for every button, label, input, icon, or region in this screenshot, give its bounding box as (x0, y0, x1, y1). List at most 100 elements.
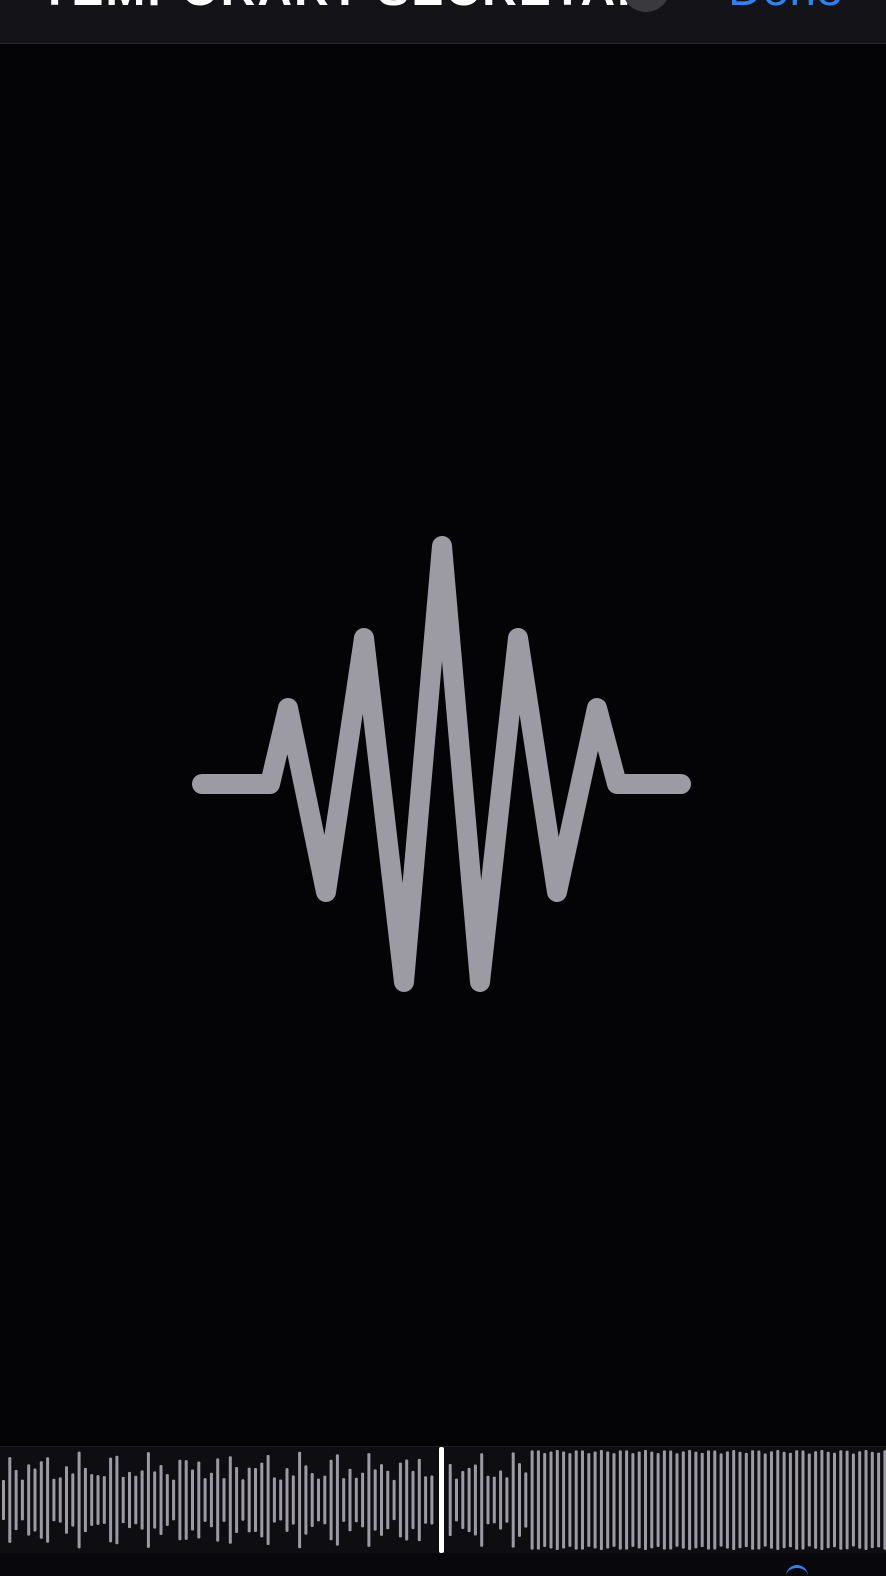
playhead-line-icon[interactable] (439, 1447, 444, 1553)
scrubber-bar (486, 1475, 490, 1525)
scrubber-bar (694, 1451, 698, 1549)
scrubber-bar (801, 1450, 805, 1550)
scrubber-bar (612, 1453, 616, 1547)
scrubber-bar (536, 1450, 540, 1550)
scrubber-bar (102, 1476, 106, 1524)
scrubber-bar (260, 1462, 264, 1538)
scrubber-bar (637, 1451, 641, 1549)
scrubber-bar (405, 1459, 409, 1541)
scrubber-bar (870, 1451, 874, 1549)
scrubber-bar (398, 1462, 402, 1538)
audio-scrubber[interactable] (0, 1446, 886, 1554)
scrubber-bar (58, 1477, 62, 1523)
scrubber-bar (467, 1467, 471, 1533)
scrubber-bar (814, 1451, 818, 1549)
scrubber-bar (656, 1453, 660, 1547)
scrubber-bar (719, 1453, 723, 1547)
scrubber-waveform (2, 1447, 886, 1553)
scrubber-bar (763, 1453, 767, 1547)
scrubber-bar (858, 1451, 862, 1549)
scrubber-bar (776, 1450, 780, 1550)
scrubber-bar (700, 1452, 704, 1548)
scrubber-bar (228, 1456, 232, 1544)
scrubber-bar (606, 1451, 610, 1549)
scrubber-bar (348, 1468, 352, 1532)
scrubber-bar (216, 1458, 220, 1542)
scrubber-bar (492, 1476, 496, 1524)
scrubber-bar (473, 1464, 477, 1536)
scrubber-bar (241, 1479, 245, 1521)
scrubber-bar (335, 1454, 339, 1546)
scrubber-bar (46, 1457, 50, 1543)
scrubber-bar (505, 1477, 509, 1523)
scrubber-bar (247, 1467, 251, 1533)
scrubber-bar (329, 1459, 333, 1541)
scrubber-bar (121, 1476, 125, 1524)
scrubber-bar (833, 1452, 836, 1548)
scrubber-bar (115, 1455, 119, 1545)
scrubber-bar (373, 1469, 377, 1531)
scrubber-bar (172, 1479, 176, 1521)
scrubber-bar (153, 1471, 157, 1529)
scrubber-bar (820, 1450, 824, 1550)
scrubber-bar (581, 1450, 584, 1550)
scrubber-bar (33, 1468, 37, 1532)
scrubber-bar (222, 1478, 226, 1522)
scrubber-bar (675, 1453, 679, 1547)
scrubber-bar (732, 1450, 736, 1550)
scrubber-bar (738, 1451, 742, 1549)
scrubber-bar (618, 1450, 622, 1550)
scrubber-bar (713, 1450, 717, 1550)
scrubber-bar (826, 1451, 830, 1549)
scrubber-bar (555, 1450, 559, 1550)
scrubber-bar (254, 1467, 257, 1533)
scrubber-bar (65, 1466, 68, 1534)
scrubber-bar (191, 1469, 194, 1531)
scrubber-bar (197, 1461, 201, 1539)
scrubber-bar (203, 1478, 207, 1522)
scrubber-bar (688, 1450, 692, 1550)
scrubber-bar (669, 1450, 673, 1550)
scrubber-bar (757, 1450, 761, 1550)
scrubber-bar (165, 1474, 169, 1526)
scrubber-bar (795, 1450, 799, 1550)
scrubber-bar (499, 1470, 503, 1530)
scrubber-bar (511, 1452, 515, 1548)
scrubber-bar (770, 1451, 773, 1549)
scrubber-bar (662, 1450, 666, 1550)
scrubber-bar (128, 1471, 131, 1529)
scrubber-bar (568, 1453, 572, 1547)
scrubber-bar (549, 1451, 553, 1549)
scrubber-bar (631, 1453, 635, 1547)
scrubber-bar (864, 1450, 868, 1550)
scrubber-bar (650, 1451, 654, 1549)
scrubber-bar (71, 1473, 75, 1527)
scrubber-bar (587, 1453, 591, 1547)
scrubber-bar (430, 1475, 434, 1525)
scrubber-bar (744, 1452, 748, 1548)
scrubber-bar (845, 1450, 849, 1550)
scrubber-bar (707, 1450, 710, 1550)
scrubber-bar (424, 1476, 428, 1524)
scrubber-bar (411, 1470, 415, 1530)
scrubber-bar (146, 1452, 150, 1548)
scrubber-bar (209, 1472, 213, 1528)
scrubber-bar (455, 1478, 458, 1522)
scrubber-bar (448, 1464, 452, 1536)
scrubber-bar (782, 1451, 786, 1549)
scrubber-bar (839, 1450, 843, 1550)
bottom-toolbar (0, 1553, 886, 1576)
scrubber-bar (304, 1465, 308, 1535)
scrubber-bar (134, 1475, 138, 1525)
scrubber-bar (159, 1464, 163, 1536)
scrubber-bar (625, 1450, 629, 1550)
scrubber-bar (310, 1473, 314, 1527)
scrubber-bar (279, 1479, 283, 1521)
scrubber-bar (52, 1478, 56, 1522)
scrubber-bar (461, 1471, 465, 1529)
scrubber-bar (96, 1475, 100, 1525)
scrubber-bar (725, 1451, 729, 1549)
scrubber-bar (109, 1457, 113, 1543)
scrubber-bar (354, 1477, 358, 1523)
scrubber-bar (83, 1467, 87, 1533)
